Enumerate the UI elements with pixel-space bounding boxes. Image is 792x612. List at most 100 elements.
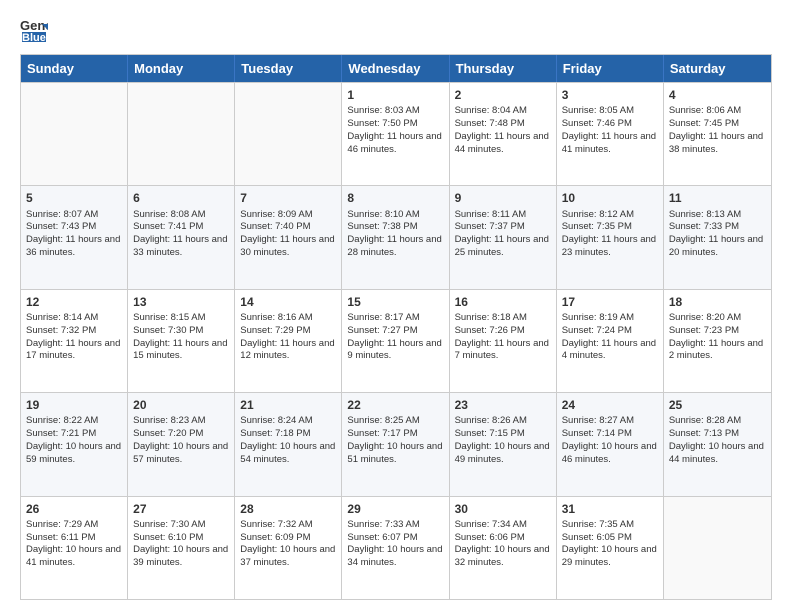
day-info: Sunrise: 8:27 AM Sunset: 7:14 PM Dayligh… [562, 415, 657, 464]
day-cell-2: 2 Sunrise: 8:04 AM Sunset: 7:48 PM Daylig… [450, 83, 557, 185]
header-cell-monday: Monday [128, 55, 235, 82]
day-cell-13: 13 Sunrise: 8:15 AM Sunset: 7:30 PM Dayli… [128, 290, 235, 392]
day-number: 9 [455, 190, 551, 206]
header-cell-thursday: Thursday [450, 55, 557, 82]
day-info: Sunrise: 7:29 AM Sunset: 6:11 PM Dayligh… [26, 519, 121, 568]
day-info: Sunrise: 7:32 AM Sunset: 6:09 PM Dayligh… [240, 519, 335, 568]
calendar-row-3: 19 Sunrise: 8:22 AM Sunset: 7:21 PM Dayli… [21, 392, 771, 495]
day-number: 31 [562, 501, 658, 517]
day-cell-23: 23 Sunrise: 8:26 AM Sunset: 7:15 PM Dayli… [450, 393, 557, 495]
calendar-header: SundayMondayTuesdayWednesdayThursdayFrid… [21, 55, 771, 82]
day-number: 22 [347, 397, 443, 413]
day-cell-1: 1 Sunrise: 8:03 AM Sunset: 7:50 PM Daylig… [342, 83, 449, 185]
day-cell-20: 20 Sunrise: 8:23 AM Sunset: 7:20 PM Dayli… [128, 393, 235, 495]
day-number: 19 [26, 397, 122, 413]
header-cell-sunday: Sunday [21, 55, 128, 82]
day-cell-18: 18 Sunrise: 8:20 AM Sunset: 7:23 PM Dayli… [664, 290, 771, 392]
day-info: Sunrise: 8:17 AM Sunset: 7:27 PM Dayligh… [347, 312, 441, 361]
header-cell-tuesday: Tuesday [235, 55, 342, 82]
logo-icon: General Blue [20, 16, 48, 44]
day-info: Sunrise: 8:07 AM Sunset: 7:43 PM Dayligh… [26, 209, 120, 258]
day-info: Sunrise: 8:20 AM Sunset: 7:23 PM Dayligh… [669, 312, 763, 361]
day-number: 29 [347, 501, 443, 517]
day-info: Sunrise: 7:30 AM Sunset: 6:10 PM Dayligh… [133, 519, 228, 568]
day-number: 20 [133, 397, 229, 413]
day-cell-12: 12Sunrise: 8:14 AM Sunset: 7:32 PM Dayli… [21, 290, 128, 392]
day-info: Sunrise: 8:09 AM Sunset: 7:40 PM Dayligh… [240, 209, 334, 258]
empty-cell-4-6 [664, 497, 771, 599]
day-number: 25 [669, 397, 766, 413]
day-cell-29: 29 Sunrise: 7:33 AM Sunset: 6:07 PM Dayli… [342, 497, 449, 599]
day-number: 18 [669, 294, 766, 310]
day-cell-30: 30 Sunrise: 7:34 AM Sunset: 6:06 PM Dayli… [450, 497, 557, 599]
day-cell-16: 16 Sunrise: 8:18 AM Sunset: 7:26 PM Dayli… [450, 290, 557, 392]
day-info: Sunrise: 8:22 AM Sunset: 7:21 PM Dayligh… [26, 415, 121, 464]
day-number: 23 [455, 397, 551, 413]
day-number: 15 [347, 294, 443, 310]
day-number: 4 [669, 87, 766, 103]
day-info: Sunrise: 8:05 AM Sunset: 7:46 PM Dayligh… [562, 105, 656, 154]
calendar-row-0: 1 Sunrise: 8:03 AM Sunset: 7:50 PM Daylig… [21, 82, 771, 185]
day-cell-15: 15 Sunrise: 8:17 AM Sunset: 7:27 PM Dayli… [342, 290, 449, 392]
empty-cell-0-1 [128, 83, 235, 185]
day-info: Sunrise: 8:16 AM Sunset: 7:29 PM Dayligh… [240, 312, 334, 361]
calendar-row-4: 26 Sunrise: 7:29 AM Sunset: 6:11 PM Dayli… [21, 496, 771, 599]
day-cell-28: 28 Sunrise: 7:32 AM Sunset: 6:09 PM Dayli… [235, 497, 342, 599]
day-info: Sunrise: 8:04 AM Sunset: 7:48 PM Dayligh… [455, 105, 549, 154]
day-cell-3: 3 Sunrise: 8:05 AM Sunset: 7:46 PM Daylig… [557, 83, 664, 185]
day-info: Sunrise: 8:25 AM Sunset: 7:17 PM Dayligh… [347, 415, 442, 464]
page: General Blue SundayMondayTuesdayWednesda… [0, 0, 792, 612]
day-number: 16 [455, 294, 551, 310]
day-info: Sunrise: 8:12 AM Sunset: 7:35 PM Dayligh… [562, 209, 656, 258]
day-info: Sunrise: 7:33 AM Sunset: 6:07 PM Dayligh… [347, 519, 442, 568]
day-number: 14 [240, 294, 336, 310]
day-info: Sunrise: 8:23 AM Sunset: 7:20 PM Dayligh… [133, 415, 228, 464]
day-cell-6: 6 Sunrise: 8:08 AM Sunset: 7:41 PM Daylig… [128, 186, 235, 288]
day-cell-24: 24Sunrise: 8:27 AM Sunset: 7:14 PM Dayli… [557, 393, 664, 495]
day-cell-31: 31 Sunrise: 7:35 AM Sunset: 6:05 PM Dayli… [557, 497, 664, 599]
day-cell-22: 22 Sunrise: 8:25 AM Sunset: 7:17 PM Dayli… [342, 393, 449, 495]
day-info: Sunrise: 8:15 AM Sunset: 7:30 PM Dayligh… [133, 312, 227, 361]
day-info: Sunrise: 7:35 AM Sunset: 6:05 PM Dayligh… [562, 519, 657, 568]
day-cell-17: 17 Sunrise: 8:19 AM Sunset: 7:24 PM Dayli… [557, 290, 664, 392]
day-number: 1 [347, 87, 443, 103]
day-cell-27: 27Sunrise: 7:30 AM Sunset: 6:10 PM Dayli… [128, 497, 235, 599]
day-number: 13 [133, 294, 229, 310]
day-cell-11: 11Sunrise: 8:13 AM Sunset: 7:33 PM Dayli… [664, 186, 771, 288]
day-number: 7 [240, 190, 336, 206]
day-cell-25: 25 Sunrise: 8:28 AM Sunset: 7:13 PM Dayli… [664, 393, 771, 495]
calendar-row-2: 12Sunrise: 8:14 AM Sunset: 7:32 PM Dayli… [21, 289, 771, 392]
day-number: 8 [347, 190, 443, 206]
day-number: 30 [455, 501, 551, 517]
day-info: Sunrise: 8:26 AM Sunset: 7:15 PM Dayligh… [455, 415, 550, 464]
day-info: Sunrise: 8:08 AM Sunset: 7:41 PM Dayligh… [133, 209, 227, 258]
day-cell-10: 10Sunrise: 8:12 AM Sunset: 7:35 PM Dayli… [557, 186, 664, 288]
day-info: Sunrise: 8:28 AM Sunset: 7:13 PM Dayligh… [669, 415, 764, 464]
day-info: Sunrise: 8:03 AM Sunset: 7:50 PM Dayligh… [347, 105, 441, 154]
day-number: 28 [240, 501, 336, 517]
day-info: Sunrise: 8:24 AM Sunset: 7:18 PM Dayligh… [240, 415, 335, 464]
day-number: 5 [26, 190, 122, 206]
day-info: Sunrise: 8:19 AM Sunset: 7:24 PM Dayligh… [562, 312, 656, 361]
day-cell-26: 26 Sunrise: 7:29 AM Sunset: 6:11 PM Dayli… [21, 497, 128, 599]
header-cell-wednesday: Wednesday [342, 55, 449, 82]
day-number: 17 [562, 294, 658, 310]
logo: General Blue [20, 16, 52, 44]
day-number: 12 [26, 294, 122, 310]
day-number: 26 [26, 501, 122, 517]
day-number: 11 [669, 190, 766, 206]
day-info: Sunrise: 8:10 AM Sunset: 7:38 PM Dayligh… [347, 209, 441, 258]
header: General Blue [20, 16, 772, 44]
header-cell-saturday: Saturday [664, 55, 771, 82]
day-info: Sunrise: 8:11 AM Sunset: 7:37 PM Dayligh… [455, 209, 549, 258]
day-info: Sunrise: 8:18 AM Sunset: 7:26 PM Dayligh… [455, 312, 549, 361]
calendar-row-1: 5 Sunrise: 8:07 AM Sunset: 7:43 PM Daylig… [21, 185, 771, 288]
day-number: 6 [133, 190, 229, 206]
day-number: 3 [562, 87, 658, 103]
day-cell-9: 9 Sunrise: 8:11 AM Sunset: 7:37 PM Daylig… [450, 186, 557, 288]
empty-cell-0-2 [235, 83, 342, 185]
day-cell-19: 19 Sunrise: 8:22 AM Sunset: 7:21 PM Dayli… [21, 393, 128, 495]
day-info: Sunrise: 7:34 AM Sunset: 6:06 PM Dayligh… [455, 519, 550, 568]
svg-text:Blue: Blue [22, 32, 46, 44]
day-number: 2 [455, 87, 551, 103]
